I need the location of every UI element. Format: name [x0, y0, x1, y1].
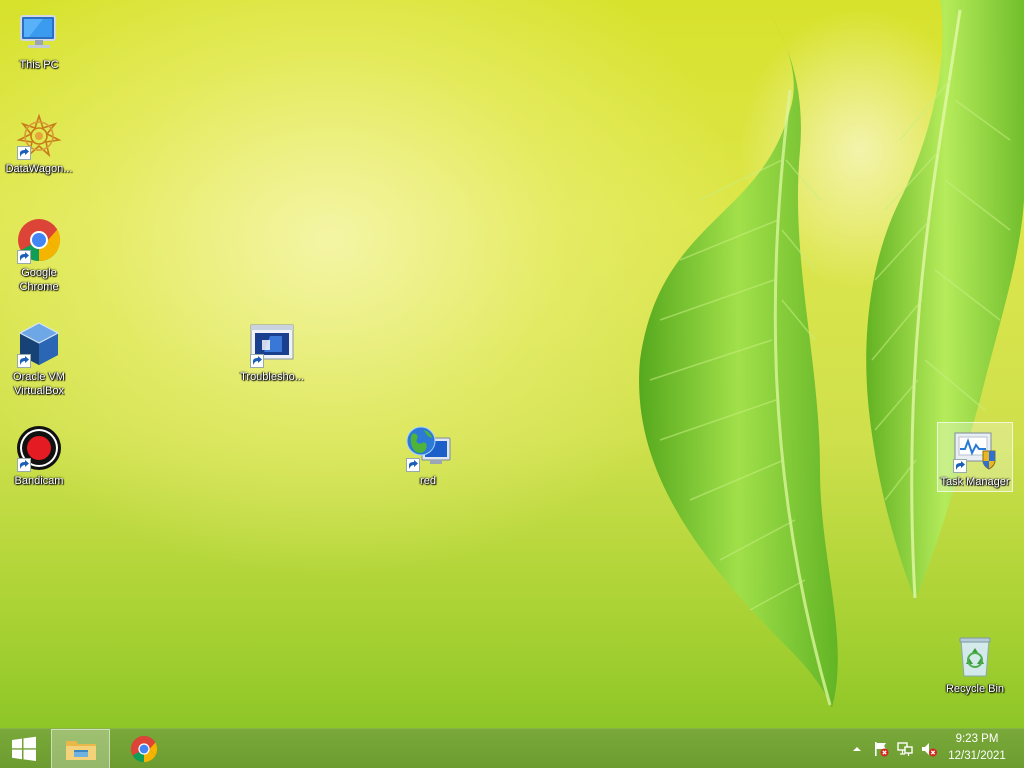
taskbar-chrome-button[interactable] — [116, 729, 172, 769]
shortcut-arrow-icon — [17, 250, 31, 264]
desktop-icon-label: Recycle Bin — [945, 683, 1005, 695]
shortcut-arrow-icon — [17, 146, 31, 160]
desktop-icon-label: This PC — [19, 59, 59, 71]
desktop-icon-label: Bandicam — [14, 475, 64, 487]
task-manager-icon — [951, 425, 999, 473]
chrome-icon — [15, 216, 63, 264]
recycle-bin-icon — [951, 632, 999, 680]
show-hidden-icons-button[interactable] — [848, 729, 866, 769]
shortcut-arrow-icon — [250, 354, 264, 368]
clock[interactable]: 9:23 PM 12/31/2021 — [940, 731, 1014, 767]
troubleshoot-icon — [248, 320, 296, 368]
desktop-icon-red[interactable]: red — [390, 422, 466, 488]
datawagon-icon — [15, 112, 63, 160]
taskbar-file-explorer-button[interactable] — [51, 729, 110, 769]
shortcut-arrow-icon — [17, 458, 31, 472]
network-tray-button[interactable] — [894, 729, 916, 769]
desktop-icon-label: Task Manager — [940, 476, 1010, 488]
desktop-icon-recycle-bin[interactable]: Recycle Bin — [937, 630, 1013, 696]
shortcut-arrow-icon — [953, 459, 967, 473]
desktop-icon-label: red — [420, 475, 436, 487]
desktop-icon-label: DataWagon... — [5, 163, 73, 175]
shortcut-arrow-icon — [17, 354, 31, 368]
desktop-icon-bandicam[interactable]: Bandicam — [1, 422, 77, 488]
shortcut-arrow-icon — [406, 458, 420, 472]
desktop-icon-datawagon[interactable]: DataWagon... — [1, 110, 77, 176]
action-center-flag-icon — [875, 742, 889, 757]
desktop-icon-virtualbox[interactable]: Oracle VM VirtualBox — [1, 318, 77, 398]
file-explorer-icon — [65, 741, 96, 760]
computer-icon — [15, 8, 63, 56]
clock-date: 12/31/2021 — [948, 750, 1006, 762]
desktop-icon-label: Troublesho... — [240, 371, 304, 383]
remote-desktop-icon — [404, 424, 452, 472]
volume-tray-button[interactable] — [918, 729, 940, 769]
desktop-icon-task-manager[interactable]: Task Manager — [937, 422, 1013, 492]
network-icon — [897, 742, 913, 756]
bandicam-icon — [15, 424, 63, 472]
desktop-icon-troubleshooting[interactable]: Troublesho... — [234, 318, 310, 384]
taskbar: 9:23 PM 12/31/2021 — [0, 728, 1024, 769]
desktop[interactable]: This PC DataWagon... Google Chrome Oracl… — [0, 0, 1024, 728]
virtualbox-icon — [15, 320, 63, 368]
desktop-icon-google-chrome[interactable]: Google Chrome — [1, 214, 77, 294]
clock-time: 9:23 PM — [955, 733, 999, 745]
wallpaper-leaves — [639, 0, 1024, 708]
desktop-icon-this-pc[interactable]: This PC — [1, 6, 77, 72]
chrome-icon — [130, 735, 158, 763]
start-button[interactable] — [0, 729, 48, 769]
volume-muted-icon — [922, 743, 937, 757]
chevron-up-icon — [853, 747, 861, 751]
desktop-icon-label: Oracle VM VirtualBox — [13, 371, 65, 397]
action-center-tray-button[interactable] — [870, 729, 892, 769]
windows-logo-icon — [12, 736, 36, 761]
desktop-icon-label: Google Chrome — [19, 267, 59, 293]
